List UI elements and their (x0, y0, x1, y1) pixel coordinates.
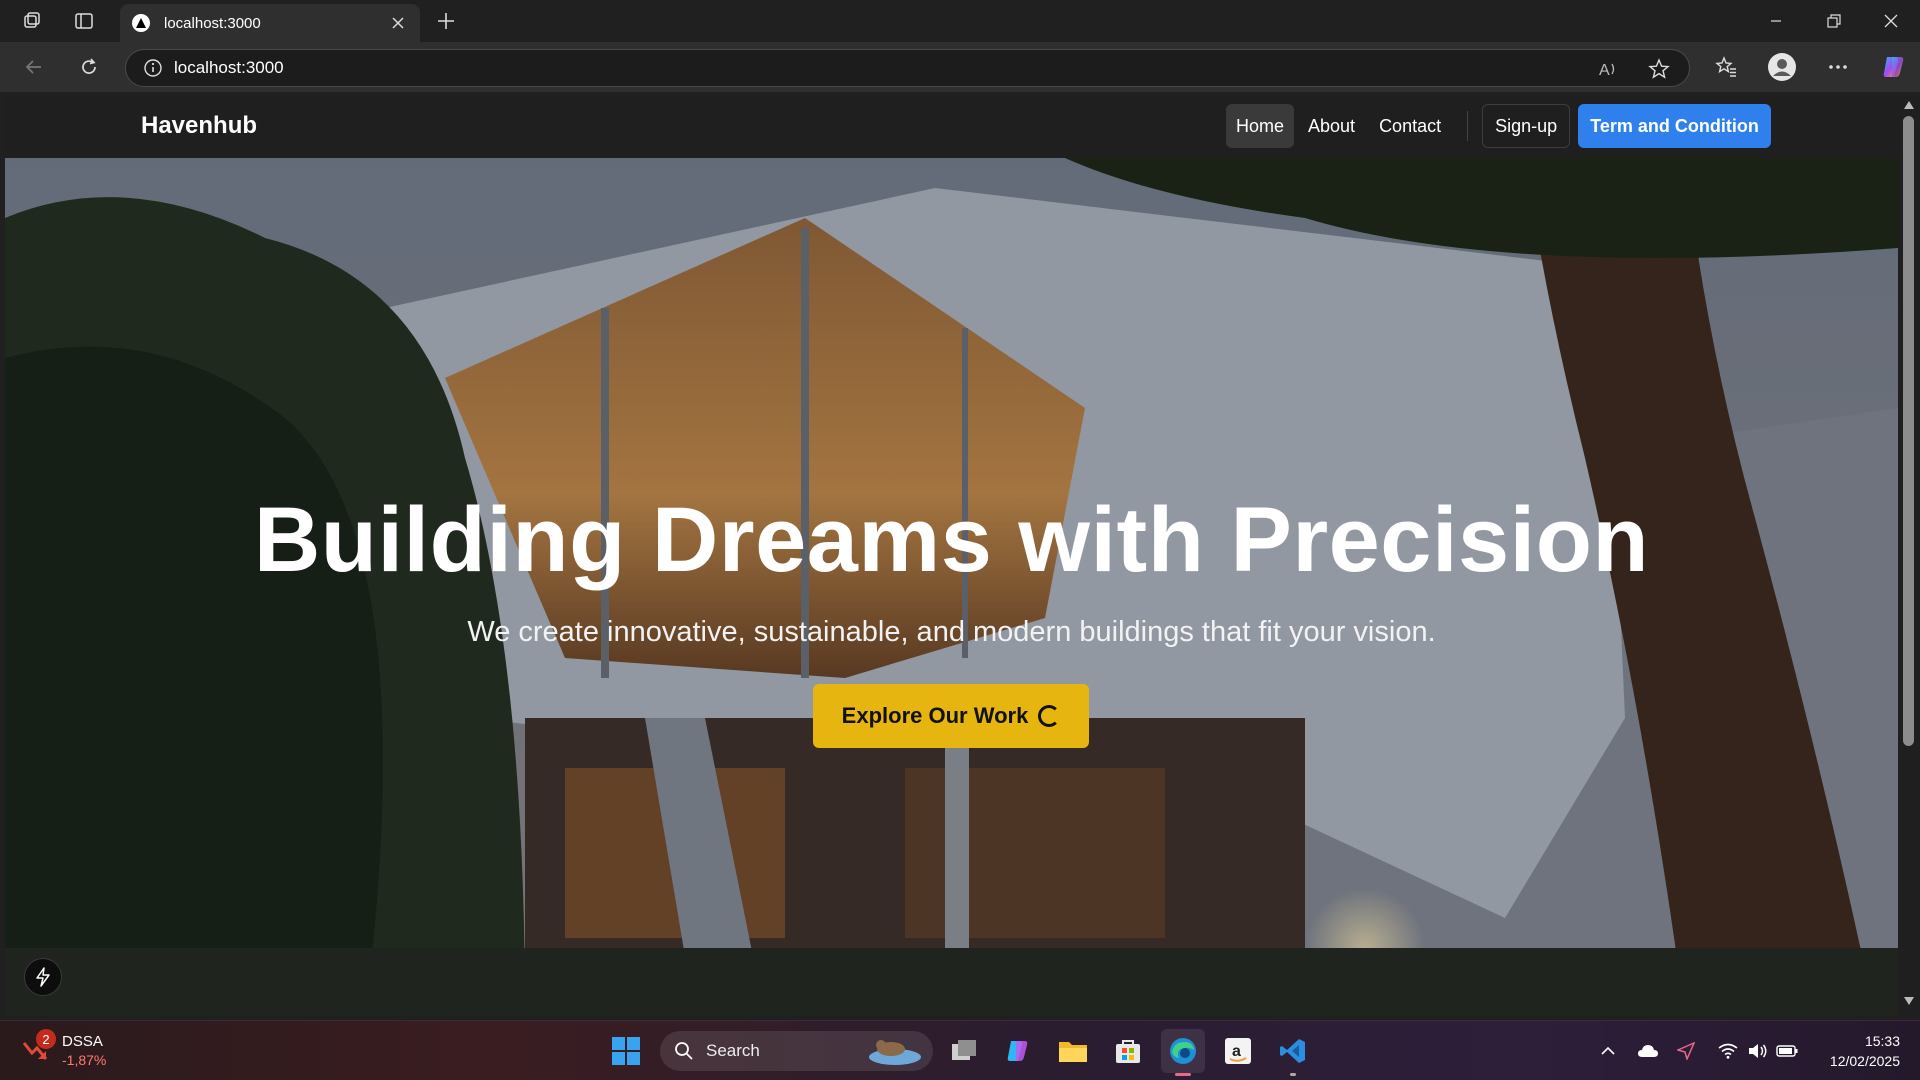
nav-home[interactable]: Home (1226, 104, 1295, 148)
brand-logo[interactable]: Havenhub (141, 112, 257, 140)
system-clock[interactable]: 15:33 12/02/2025 (1804, 1031, 1900, 1071)
battery-icon[interactable] (1775, 1039, 1799, 1063)
back-icon[interactable] (16, 51, 52, 83)
site-info-icon[interactable] (142, 57, 164, 79)
show-hidden-icons-icon[interactable] (1596, 1039, 1620, 1063)
new-tab-icon[interactable] (430, 6, 462, 36)
search-highlight-icon (869, 1040, 921, 1065)
onedrive-icon[interactable] (1636, 1039, 1660, 1063)
scroll-thumb[interactable] (1903, 116, 1914, 746)
tab-title: localhost:3000 (164, 14, 261, 32)
page-scrollbar[interactable] (1898, 94, 1920, 1016)
svg-text:A: A (1599, 62, 1610, 79)
browser-tab-bar: localhost:3000 (0, 0, 1920, 42)
nextjs-favicon-icon (132, 14, 150, 32)
explore-work-label: Explore Our Work (841, 703, 1029, 728)
close-tab-icon[interactable] (388, 13, 408, 33)
profile-avatar-icon[interactable] (1764, 51, 1800, 83)
restore-icon[interactable] (1805, 0, 1863, 42)
wifi-icon[interactable] (1716, 1039, 1740, 1063)
url-text: localhost:3000 (174, 58, 284, 77)
hero-subtitle: We create innovative, sustainable, and m… (467, 616, 1436, 648)
edge-browser-icon[interactable] (1161, 1029, 1205, 1076)
close-window-icon[interactable] (1862, 0, 1920, 42)
workspaces-icon[interactable] (14, 6, 50, 36)
vertical-tabs-icon[interactable] (66, 6, 102, 36)
svg-text:a: a (1232, 1043, 1241, 1060)
read-aloud-icon[interactable]: A (1596, 57, 1622, 81)
scroll-up-icon[interactable] (1903, 100, 1915, 110)
favorites-icon[interactable] (1708, 51, 1744, 83)
copilot-icon[interactable] (1876, 51, 1912, 83)
nav-contact[interactable]: Contact (1369, 104, 1451, 148)
active-tab[interactable]: localhost:3000 (120, 4, 420, 42)
hero-title: Building Dreams with Precision (253, 489, 1650, 591)
search-icon (675, 1042, 693, 1060)
vscode-icon[interactable] (1271, 1029, 1315, 1076)
hero-section: Building Dreams with Precision We create… (5, 158, 1898, 1016)
stock-name: DSSA (62, 1033, 103, 1050)
volume-icon[interactable] (1746, 1039, 1770, 1063)
more-options-icon[interactable] (1820, 51, 1856, 83)
signup-button[interactable]: Sign-up (1482, 104, 1571, 148)
task-view-icon[interactable] (942, 1029, 986, 1073)
address-bar[interactable]: localhost:3000 A (125, 49, 1690, 87)
stock-down-icon: 2 (22, 1029, 58, 1065)
explore-work-button[interactable]: Explore Our Work (813, 684, 1089, 748)
clock-date: 12/02/2025 (1829, 1053, 1900, 1069)
site-navbar: Havenhub Home About Contact Sign-up Term… (5, 94, 1898, 158)
windows-start-icon[interactable] (604, 1029, 648, 1073)
terms-button[interactable]: Term and Condition (1578, 104, 1771, 148)
file-explorer-icon[interactable] (1051, 1029, 1095, 1073)
refresh-icon[interactable] (71, 51, 107, 83)
search-label: Search (706, 1041, 760, 1060)
windows-taskbar: 2 DSSA -1,87% Search a 15:33 12/02/2025 (0, 1020, 1920, 1080)
minimize-icon[interactable] (1747, 0, 1805, 42)
favorite-star-icon[interactable] (1646, 57, 1672, 81)
microsoft-store-icon[interactable] (1106, 1029, 1150, 1073)
amazon-app-icon[interactable]: a (1216, 1029, 1260, 1073)
copilot-taskbar-icon[interactable] (996, 1029, 1040, 1073)
location-icon[interactable] (1674, 1039, 1698, 1063)
stock-widget[interactable]: 2 DSSA -1,87% (22, 1029, 107, 1068)
nav-about[interactable]: About (1298, 104, 1365, 148)
nextjs-dev-indicator-icon[interactable] (24, 958, 62, 996)
browser-toolbar: localhost:3000 A (0, 42, 1920, 92)
stock-badge: 2 (36, 1029, 56, 1049)
nav-links: Home About Contact Sign-up Term and Cond… (1226, 103, 1771, 149)
scroll-down-icon[interactable] (1903, 996, 1915, 1006)
taskbar-search[interactable]: Search (660, 1031, 933, 1071)
loading-spinner-icon (1038, 705, 1061, 727)
stock-change: -1,87% (62, 1052, 107, 1068)
nav-divider (1467, 111, 1469, 141)
clock-time: 15:33 (1864, 1033, 1900, 1049)
page-viewport: Havenhub Home About Contact Sign-up Term… (5, 94, 1898, 1016)
